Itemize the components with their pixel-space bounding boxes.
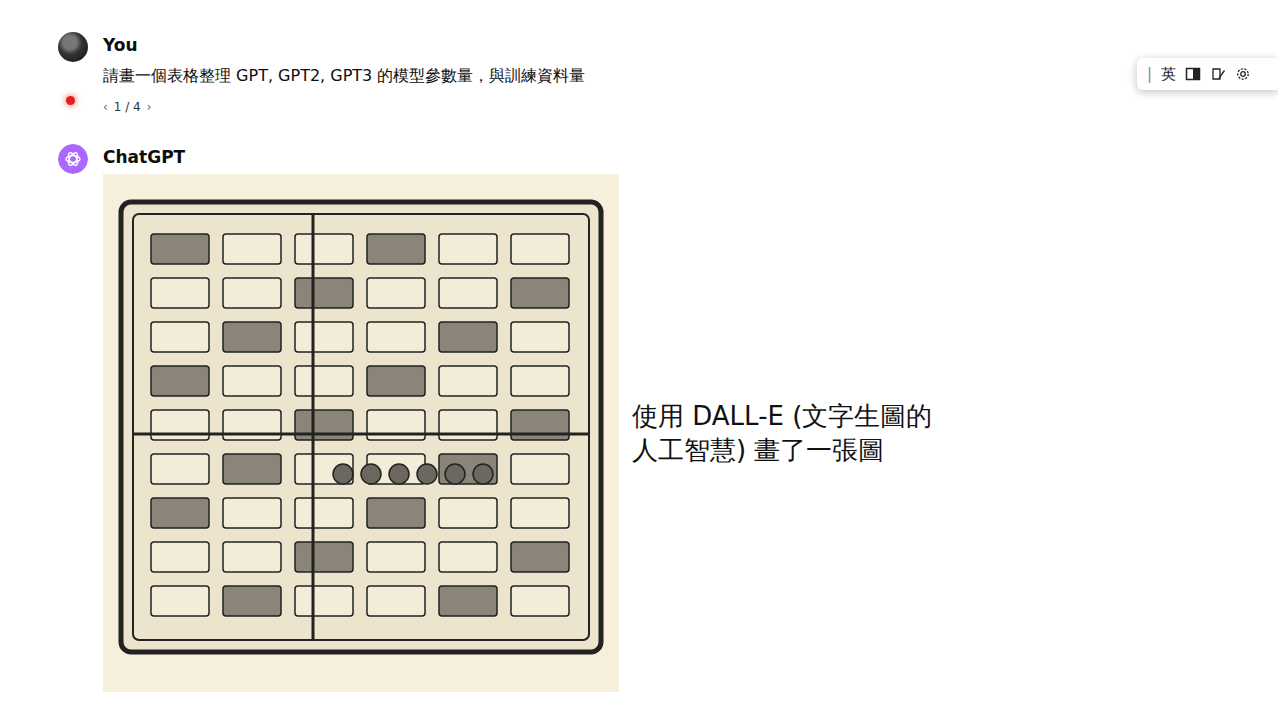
- ime-separator: |: [1147, 65, 1152, 83]
- pager-next-button[interactable]: ›: [147, 100, 152, 114]
- annotation-text: 使用 DALL-E (文字生圖的人工智慧) 畫了一張圖: [632, 399, 932, 467]
- pager-prev-button[interactable]: ‹: [103, 100, 108, 114]
- width-toggle-icon[interactable]: [1185, 66, 1201, 82]
- user-name: You: [103, 32, 585, 58]
- settings-gear-icon[interactable]: [1235, 66, 1251, 82]
- assistant-turn: ChatGPT 使用 DALL-E (文字生圖的人工智慧) 畫了一張圖: [58, 144, 1278, 692]
- dictionary-pen-icon[interactable]: [1210, 66, 1226, 82]
- user-avatar-icon: [58, 32, 88, 62]
- ime-language-button[interactable]: 英: [1161, 65, 1176, 84]
- message-pager: ‹ 1 / 4 ›: [103, 100, 585, 114]
- chatgpt-logo-icon: [58, 144, 88, 174]
- chat-page: | 英 You 請畫一個表格整理 GPT, GPT2, GPT3 的模型參數量，…: [0, 0, 1278, 720]
- ime-toolbar: | 英: [1137, 58, 1278, 90]
- pager-position: 1 / 4: [114, 100, 141, 114]
- user-turn: You 請畫一個表格整理 GPT, GPT2, GPT3 的模型參數量，與訓練資…: [58, 32, 1278, 114]
- generated-image[interactable]: [103, 174, 619, 692]
- assistant-name: ChatGPT: [103, 144, 932, 170]
- recording-dot-icon: [66, 96, 75, 105]
- user-message: 請畫一個表格整理 GPT, GPT2, GPT3 的模型參數量，與訓練資料量: [103, 64, 585, 88]
